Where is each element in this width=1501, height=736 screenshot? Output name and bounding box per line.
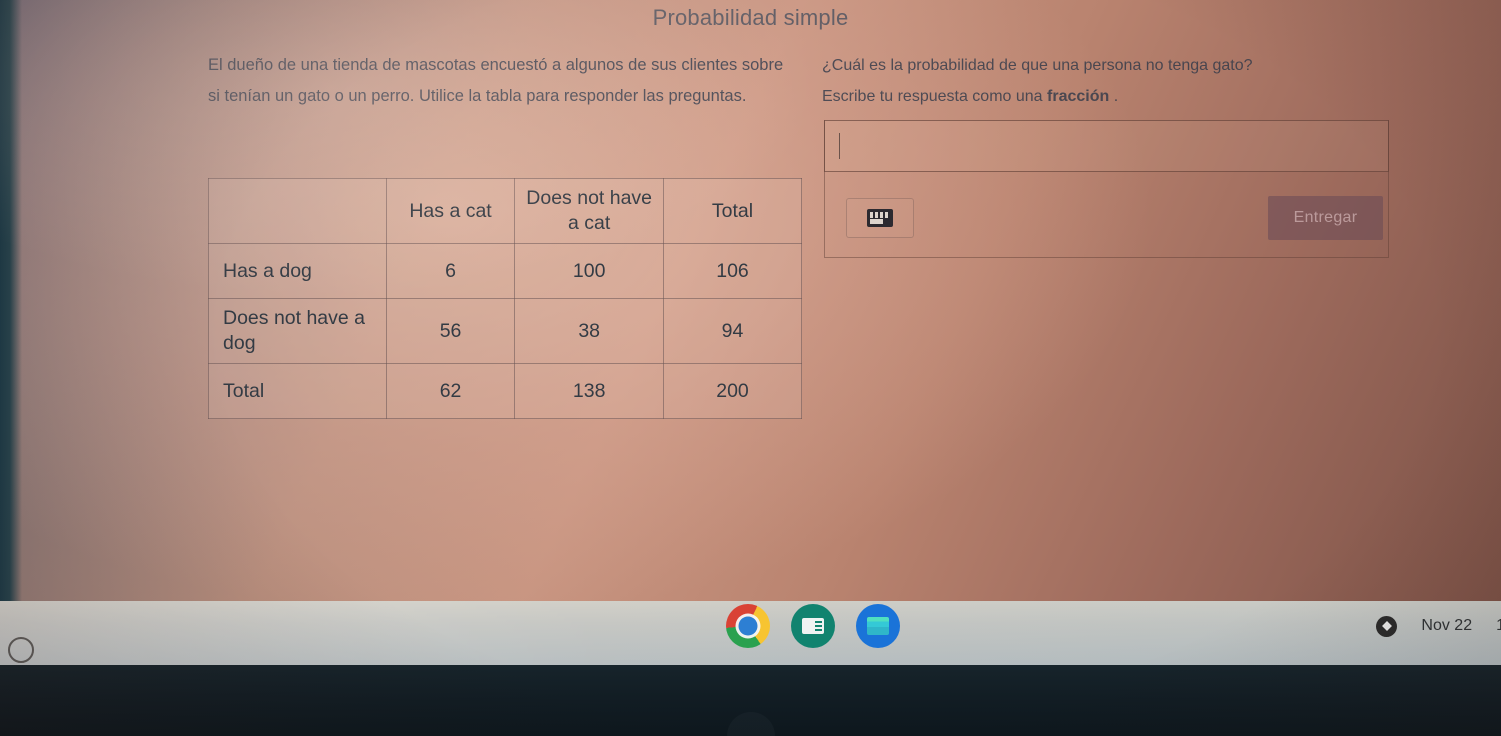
cell-grand-total: 200	[662, 363, 803, 419]
cell-nodog-nocat: 38	[514, 298, 664, 364]
chrome-icon[interactable]	[726, 604, 770, 648]
cell-hasdog-total: 106	[662, 243, 803, 299]
two-way-frequency-table: Has a cat Does not have a cat Total Has …	[208, 178, 803, 419]
docs-icon[interactable]	[856, 604, 900, 648]
cell-hasdog-nocat: 100	[514, 243, 664, 299]
question-instruction-prefix: Escribe tu respuesta como una	[822, 88, 1048, 105]
photographed-screen: Probabilidad simple El dueño de una tien…	[0, 0, 1501, 736]
math-keypad-button[interactable]	[846, 198, 914, 238]
column-header-has-a-cat: Has a cat	[385, 178, 516, 244]
quiz-page: Probabilidad simple El dueño de una tien…	[0, 0, 1501, 601]
shelf-clock[interactable]: 1	[1496, 617, 1501, 635]
shelf-status-area[interactable]: Nov 22 1	[1376, 604, 1501, 648]
problem-prompt: El dueño de una tienda de mascotas encue…	[208, 56, 784, 105]
row-header-total: Total	[208, 363, 387, 419]
text-caret	[839, 133, 840, 159]
docs-glyph-icon	[867, 617, 889, 635]
page-title: Probabilidad simple	[652, 5, 849, 30]
cell-total-nocat: 138	[514, 363, 664, 419]
cell-nodog-total: 94	[662, 298, 803, 364]
table-row: Does not have a dog 56 38 94	[208, 298, 803, 364]
submit-button[interactable]: Entregar	[1268, 196, 1383, 240]
column-header-does-not-have-a-cat: Does not have a cat	[514, 178, 664, 244]
launcher-circle-icon[interactable]	[8, 637, 34, 663]
keypad-icon	[867, 209, 893, 227]
shelf-date[interactable]: Nov 22	[1421, 617, 1472, 635]
row-header-does-not-have-a-dog: Does not have a dog	[208, 298, 387, 364]
cell-nodog-hascat: 56	[385, 298, 516, 364]
table-header-row: Has a cat Does not have a cat Total	[208, 178, 803, 244]
question-line-2: Escribe tu respuesta como una fracción .	[822, 81, 1382, 112]
classroom-glyph-icon	[802, 618, 824, 634]
table-corner-cell	[208, 178, 387, 244]
table-row: Total 62 138 200	[208, 363, 803, 419]
row-header-has-a-dog: Has a dog	[208, 243, 387, 299]
question-instruction-emphasis: fracción	[1047, 88, 1110, 105]
classroom-icon[interactable]	[791, 604, 835, 648]
question-instruction-suffix: .	[1109, 88, 1119, 105]
shelf-app-icons	[726, 604, 900, 648]
notification-icon[interactable]	[1376, 615, 1398, 637]
question-text: ¿Cuál es la probabilidad de que una pers…	[822, 50, 1382, 112]
answer-input[interactable]	[824, 120, 1389, 172]
cell-total-hascat: 62	[385, 363, 516, 419]
question-line-1: ¿Cuál es la probabilidad de que una pers…	[822, 57, 1253, 74]
table-row: Has a dog 6 100 106	[208, 243, 803, 299]
column-header-total: Total	[662, 178, 803, 244]
cell-hasdog-hascat: 6	[385, 243, 516, 299]
